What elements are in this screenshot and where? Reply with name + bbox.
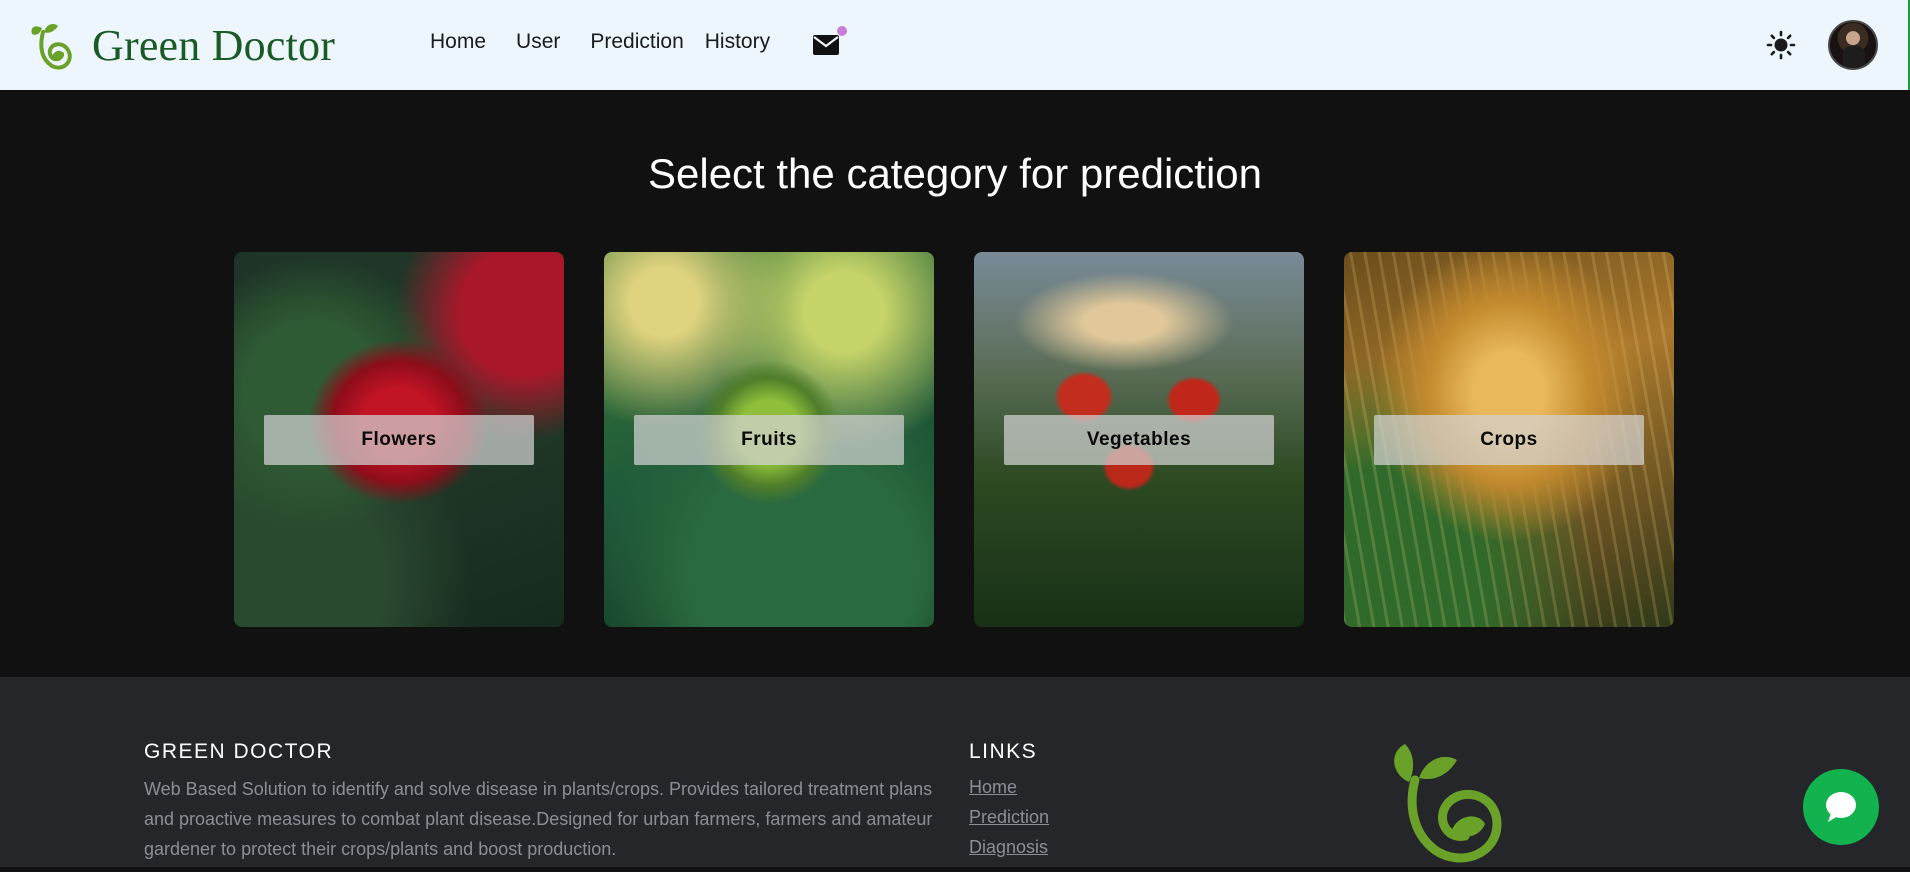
category-label[interactable]: Crops bbox=[1374, 415, 1644, 465]
page-title: Select the category for prediction bbox=[647, 150, 1262, 197]
nav-links: Home User Prediction History bbox=[430, 30, 800, 54]
nav-prediction-link[interactable]: Prediction bbox=[590, 30, 683, 54]
footer-description: Web Based Solution to identify and solve… bbox=[144, 779, 933, 859]
brand[interactable]: Green Doctor bbox=[28, 18, 335, 72]
category-card-crops[interactable]: Crops bbox=[1344, 252, 1674, 627]
footer: GREEN DOCTOR Web Based Solution to ident… bbox=[0, 677, 1910, 867]
chat-bubble-icon bbox=[1826, 792, 1856, 822]
brand-name: Green Doctor bbox=[92, 20, 336, 70]
category-card-vegetables[interactable]: Vegetables bbox=[974, 252, 1304, 627]
user-avatar[interactable] bbox=[1828, 20, 1878, 70]
footer-link-diagnosis[interactable]: Diagnosis bbox=[969, 837, 1048, 858]
navbar: Green Doctor Home User Prediction Histor… bbox=[0, 0, 1910, 90]
footer-links-title: LINKS bbox=[969, 740, 1038, 763]
envelope-icon[interactable] bbox=[811, 32, 841, 58]
category-label[interactable]: Vegetables bbox=[1004, 415, 1274, 465]
footer-link-prediction[interactable]: Prediction bbox=[969, 807, 1049, 828]
category-card-flowers[interactable]: Flowers bbox=[234, 252, 564, 627]
footer-link-home[interactable]: Home bbox=[969, 777, 1017, 798]
sprout-leaf-icon bbox=[31, 24, 72, 70]
chat-button[interactable] bbox=[1803, 769, 1879, 845]
category-card-fruits[interactable]: Fruits bbox=[604, 252, 934, 627]
category-label[interactable]: Fruits bbox=[634, 415, 904, 465]
nav-home-link[interactable]: Home bbox=[430, 30, 486, 54]
nav-history-link[interactable]: History bbox=[705, 30, 770, 54]
main-content: Select the category for prediction Flowe… bbox=[0, 90, 1910, 677]
sun-icon[interactable] bbox=[1766, 30, 1796, 60]
footer-title: GREEN DOCTOR bbox=[144, 740, 334, 763]
footer-logo-icon bbox=[1394, 744, 1502, 863]
notification-dot bbox=[837, 26, 847, 36]
nav-user-link[interactable]: User bbox=[516, 30, 560, 54]
category-label[interactable]: Flowers bbox=[264, 415, 534, 465]
